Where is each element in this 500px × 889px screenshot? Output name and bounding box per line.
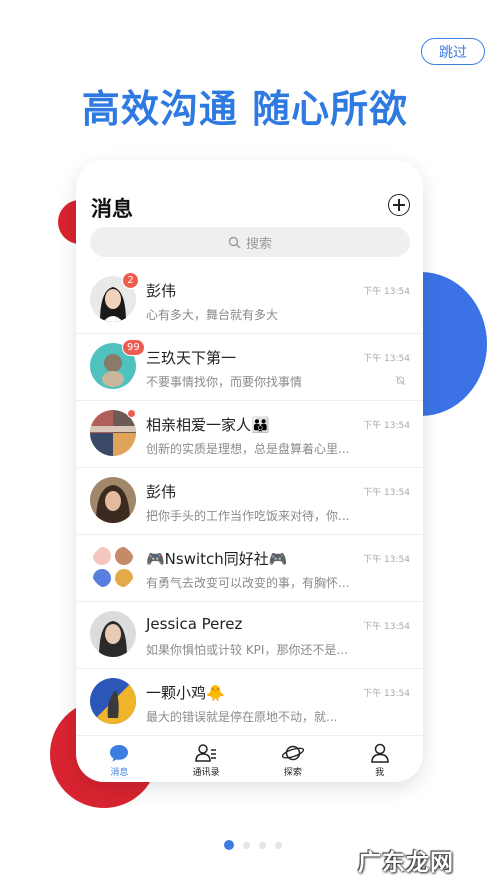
- message-preview: 心有多大，舞台就有多大: [146, 308, 279, 322]
- avatar: [90, 477, 136, 523]
- contact-name: 彭伟: [146, 282, 177, 300]
- tab-label: 消息: [110, 768, 129, 778]
- message-time: 下午 13:54: [363, 421, 410, 431]
- message-preview: 如果你惧怕或计较 KPI，那你还不是...: [146, 643, 348, 657]
- list-item[interactable]: 2 彭伟 心有多大，舞台就有多大 下午 13:54: [76, 267, 423, 334]
- search-placeholder: 搜索: [245, 236, 272, 252]
- list-item[interactable]: 彭伟 把你手头的工作当作吃饭来对待，你... 下午 13:54: [76, 468, 423, 535]
- watermark: 广东龙网: [358, 850, 454, 876]
- person-icon: [370, 743, 389, 763]
- tab-messages[interactable]: 消息: [76, 738, 163, 782]
- avatar: [90, 409, 136, 456]
- page-indicator: [224, 840, 282, 850]
- list-item[interactable]: 相亲相爱一家人👪 创新的实质是理想，总是盘算着心里... 下午 13:54: [76, 401, 423, 468]
- tab-explore[interactable]: 探索: [250, 738, 337, 782]
- avatar: [90, 678, 136, 724]
- skip-button[interactable]: 跳过: [421, 38, 485, 65]
- tab-contacts[interactable]: 通讯录: [163, 738, 250, 782]
- contact-name: 🎮Nswitch同好社🎮: [146, 550, 288, 568]
- message-time: 下午 13:54: [363, 622, 410, 632]
- search-bar[interactable]: 搜索: [90, 227, 410, 257]
- bottom-tab-bar: 消息 通讯录 探索 我: [76, 738, 423, 782]
- avatar: [90, 611, 136, 657]
- message-time: 下午 13:54: [363, 354, 410, 364]
- message-preview: 有勇气去改变可以改变的事，有胸怀...: [146, 576, 350, 590]
- message-time: 下午 13:54: [363, 287, 410, 297]
- mute-bell-icon: [395, 375, 406, 386]
- chat-icon: [110, 745, 129, 762]
- planet-icon: [281, 745, 305, 761]
- avatar: 2: [90, 272, 139, 322]
- message-time: 下午 13:54: [363, 488, 410, 498]
- page-dot-active[interactable]: [224, 840, 234, 850]
- message-preview: 把你手头的工作当作吃饭来对待，你...: [146, 509, 350, 523]
- tab-label: 通讯录: [192, 768, 220, 778]
- contact-name: 三玖天下第一: [146, 349, 237, 367]
- message-time: 下午 13:54: [363, 689, 410, 699]
- contacts-icon: [195, 744, 217, 762]
- add-plus-icon[interactable]: [388, 194, 410, 216]
- page-title: 消息: [91, 197, 133, 221]
- unread-badge: 99: [122, 339, 145, 356]
- page-dot[interactable]: [243, 841, 250, 849]
- avatar: 99: [90, 339, 145, 389]
- list-item[interactable]: 🎮Nswitch同好社🎮 有勇气去改变可以改变的事，有胸怀... 下午 13:5…: [76, 535, 423, 602]
- phone-mockup: 消息 搜索 2 彭伟 心有多大，舞台就有多大 下午 13:54 99 三玖天下第…: [76, 160, 423, 782]
- page-dot[interactable]: [259, 841, 266, 849]
- list-item[interactable]: 99 三玖天下第一 不要事情找你，而要你找事情 下午 13:54: [76, 334, 423, 401]
- contact-name: 一颗小鸡🐥: [146, 684, 225, 702]
- message-preview: 最大的错误就是停在原地不动，就...: [146, 710, 338, 724]
- contact-name: 彭伟: [146, 483, 177, 501]
- contact-name: Jessica Perez: [146, 615, 243, 633]
- unread-dot: [127, 409, 136, 418]
- list-item[interactable]: 一颗小鸡🐥 最大的错误就是停在原地不动，就... 下午 13:54: [76, 669, 423, 736]
- page-dot[interactable]: [275, 841, 282, 849]
- list-item[interactable]: Jessica Perez 如果你惧怕或计较 KPI，那你还不是... 下午 1…: [76, 602, 423, 669]
- tab-me[interactable]: 我: [336, 738, 423, 782]
- message-preview: 不要事情找你，而要你找事情: [146, 375, 303, 389]
- message-list: 2 彭伟 心有多大，舞台就有多大 下午 13:54 99 三玖天下第一 不要事情…: [76, 267, 423, 736]
- avatar: [90, 544, 136, 590]
- message-time: 下午 13:54: [363, 555, 410, 565]
- message-preview: 创新的实质是理想，总是盘算着心里...: [146, 442, 350, 456]
- unread-badge: 2: [122, 272, 139, 289]
- search-icon: [228, 236, 241, 248]
- contact-name: 相亲相爱一家人👪: [146, 416, 270, 434]
- tab-label: 我: [375, 768, 385, 778]
- tab-label: 探索: [283, 768, 302, 778]
- headline: 高效沟通 随心所欲: [81, 87, 409, 131]
